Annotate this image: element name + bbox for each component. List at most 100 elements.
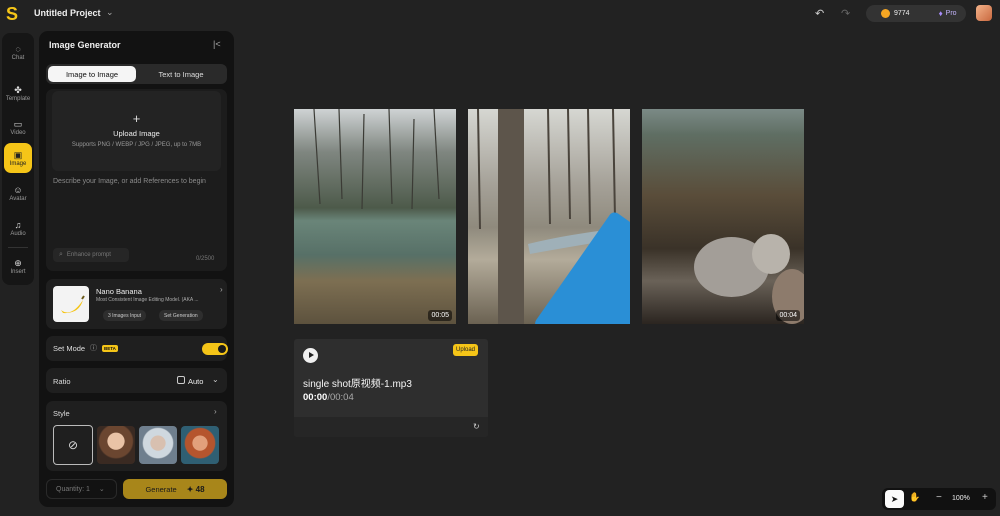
- credits-badge[interactable]: 9774 ♦ Pro: [866, 5, 966, 22]
- avatar-icon: ☺: [13, 184, 23, 195]
- undo-icon[interactable]: ↶: [815, 7, 824, 20]
- style-section: Style › ⊘: [46, 401, 227, 471]
- style-preset-3[interactable]: [181, 426, 219, 464]
- rail-item-label: Insert: [10, 268, 26, 275]
- audio-icon: ♫: [14, 219, 22, 230]
- canvas-image-3[interactable]: 00:04: [642, 109, 804, 324]
- credits-count: 9774: [894, 10, 910, 17]
- mode-tabs: Image to Image Text to Image: [46, 64, 227, 84]
- ratio-select[interactable]: Ratio Auto ⌄: [46, 368, 227, 393]
- aspect-ratio-icon: [177, 376, 185, 384]
- audio-total-time: /00:04: [327, 392, 354, 403]
- tab-text-to-image[interactable]: Text to Image: [137, 66, 225, 82]
- canvas-image-1[interactable]: 00:05: [294, 109, 456, 324]
- beta-badge: BETA: [102, 345, 118, 352]
- image-icon: ▣: [13, 149, 23, 160]
- zoom-out-icon[interactable]: −: [936, 492, 942, 503]
- audio-time: 00:00/00:04: [303, 392, 354, 403]
- style-label: Style: [53, 409, 70, 418]
- audio-filename: single shot原视频-1.mp3: [303, 379, 412, 390]
- upload-hint: Supports PNG / WEBP / JPG / JPEG, up to …: [71, 142, 202, 148]
- enhance-prompt-button[interactable]: ⌕ Enhance prompt: [53, 248, 129, 262]
- set-mode-label: Set Mode: [53, 344, 86, 353]
- app-logo-icon[interactable]: S: [6, 5, 22, 23]
- rail-item-chat[interactable]: ◌ Chat: [2, 37, 34, 67]
- chevron-right-icon: ›: [220, 285, 223, 294]
- style-none-button[interactable]: ⊘: [53, 425, 93, 465]
- audio-current-time: 00:00: [303, 392, 328, 403]
- redo-icon[interactable]: ↷: [841, 7, 850, 20]
- canvas-toolbar: ➤ ✋ − 100% +: [882, 488, 996, 510]
- refresh-icon[interactable]: ↻: [473, 422, 480, 431]
- chat-icon: ◌: [15, 43, 21, 54]
- model-chip-set-generation: Set Generation: [159, 310, 203, 321]
- generate-button[interactable]: Generate ✦ 48: [123, 479, 227, 499]
- set-mode-row: Set Mode ⓘ BETA: [46, 336, 228, 361]
- chevron-down-icon[interactable]: ⌄: [106, 7, 114, 18]
- plan-label: Pro: [945, 10, 957, 17]
- quantity-select[interactable]: Quantity: 1 ⌄: [46, 479, 117, 499]
- zoom-in-icon[interactable]: +: [982, 492, 988, 503]
- canvas-image-2[interactable]: [468, 109, 630, 324]
- style-preset-1[interactable]: [97, 426, 135, 464]
- audio-card[interactable]: Upload single shot原视频-1.mp3 00:00/00:04 …: [294, 339, 488, 437]
- banana-icon: [53, 286, 89, 322]
- image-generator-panel: Image Generator |< Image to Image Text t…: [39, 31, 234, 507]
- rail-item-video[interactable]: ▭ Video: [2, 112, 34, 142]
- diamond-icon: ♦: [938, 9, 943, 18]
- select-tool-icon[interactable]: ➤: [885, 490, 904, 508]
- search-icon: ⌕: [59, 251, 63, 258]
- coin-icon: [881, 9, 890, 18]
- rail-item-label: Image: [9, 160, 27, 167]
- hand-tool-icon[interactable]: ✋: [909, 492, 920, 503]
- plus-icon: +: [132, 111, 141, 126]
- quantity-label: Quantity: 1: [56, 485, 90, 493]
- sparkle-icon: ✦: [186, 484, 196, 494]
- enhance-label: Enhance prompt: [66, 252, 111, 258]
- model-name: Nano Banana: [96, 287, 142, 296]
- ratio-label: Ratio: [53, 377, 71, 386]
- prompt-input[interactable]: Describe your Image, or add References t…: [53, 177, 213, 187]
- rock-shape: [752, 234, 790, 274]
- model-selector[interactable]: Nano Banana Most Consistent Image Editin…: [46, 279, 227, 329]
- rail-item-label: Avatar: [9, 195, 27, 202]
- info-icon[interactable]: ⓘ: [90, 343, 97, 353]
- forest-river-image: [313, 109, 440, 210]
- ratio-value: Auto: [188, 377, 204, 386]
- upload-badge: Upload: [453, 344, 479, 356]
- duration-badge: 00:04: [776, 310, 800, 321]
- rail-item-insert[interactable]: ⊕ Insert: [2, 251, 34, 281]
- audio-card-footer: [294, 417, 488, 437]
- generate-label: Generate: [145, 484, 177, 494]
- rail-item-image[interactable]: ▣ Image: [4, 143, 32, 173]
- chevron-right-icon[interactable]: ›: [214, 407, 217, 416]
- top-bar: S Untitled Project ⌄ ↶ ↷ 9774 ♦ Pro: [0, 0, 1000, 28]
- prompt-card: + Upload Image Supports PNG / WEBP / JPG…: [46, 89, 227, 271]
- style-preset-2[interactable]: [139, 426, 177, 464]
- tab-image-to-image[interactable]: Image to Image: [48, 66, 136, 82]
- toggle-knob: [218, 345, 226, 353]
- rail-item-label: Template: [5, 95, 31, 102]
- chevron-down-icon: ⌄: [98, 486, 105, 493]
- play-icon[interactable]: [303, 348, 318, 363]
- model-chip-images-input: 3 Images Input: [103, 310, 147, 321]
- collapse-panel-icon[interactable]: |<: [213, 39, 221, 49]
- upload-title: Upload Image: [113, 129, 160, 138]
- rail-divider: [8, 247, 28, 248]
- rail-item-audio[interactable]: ♫ Audio: [2, 213, 34, 243]
- project-title[interactable]: Untitled Project: [34, 8, 101, 18]
- template-icon: ✤: [14, 84, 22, 95]
- chevron-down-icon: ⌄: [212, 375, 219, 384]
- generate-cost: 48: [195, 484, 205, 494]
- model-description: Most Consistent Image Editing Model. (AK…: [96, 297, 199, 303]
- avatar[interactable]: [976, 5, 992, 21]
- rail-item-template[interactable]: ✤ Template: [2, 78, 34, 108]
- insert-icon: ⊕: [14, 257, 22, 268]
- set-mode-toggle[interactable]: [202, 343, 228, 355]
- rail-item-avatar[interactable]: ☺ Avatar: [2, 178, 34, 208]
- upload-dropzone[interactable]: + Upload Image Supports PNG / WEBP / JPG…: [52, 91, 221, 171]
- rail-item-label: Audio: [10, 230, 26, 237]
- duration-badge: 00:05: [428, 310, 452, 321]
- zoom-level[interactable]: 100%: [952, 495, 970, 502]
- video-icon: ▭: [13, 118, 23, 129]
